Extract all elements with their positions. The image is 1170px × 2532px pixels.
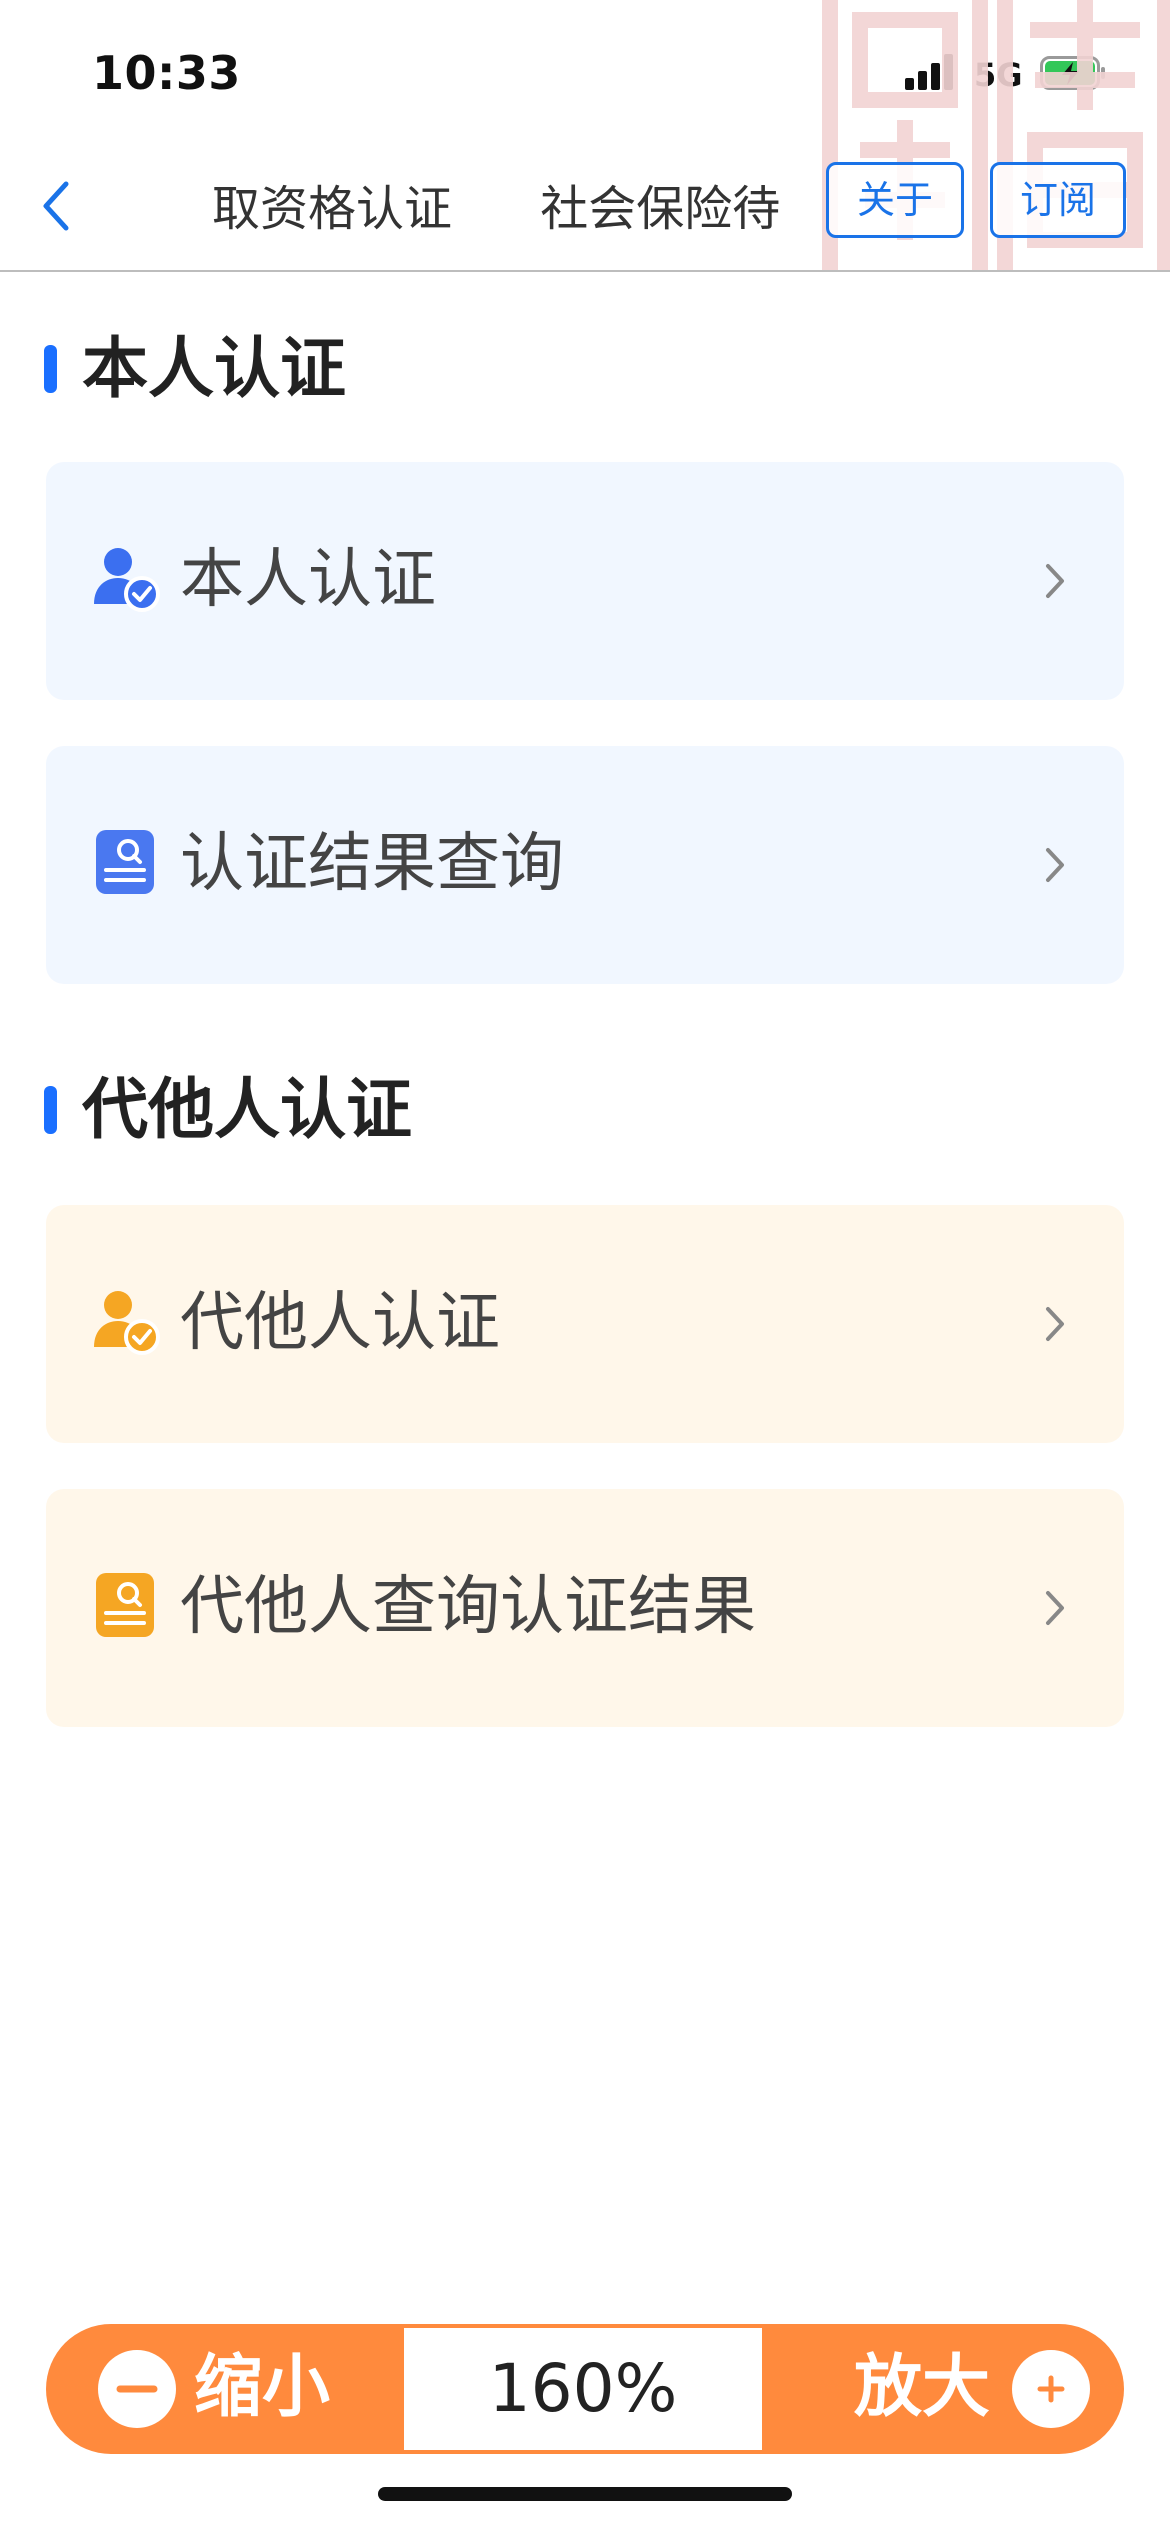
status-time: 10:33: [92, 46, 241, 100]
item-label: 代他人查询认证结果: [180, 1570, 756, 1644]
section-title: 代他人认证: [82, 1071, 412, 1148]
zoom-in-button[interactable]: 放大: [766, 2324, 1124, 2454]
section-accent-bar: [44, 1086, 57, 1134]
section-title: 本人认证: [82, 330, 346, 407]
status-bar: 10:33 5G: [0, 0, 1170, 150]
item-label: 认证结果查询: [180, 827, 564, 901]
about-button[interactable]: 关于: [826, 162, 964, 238]
item-label: 代他人认证: [180, 1286, 500, 1360]
chevron-right-icon: [1046, 848, 1064, 882]
zoom-in-label: 放大: [853, 2348, 990, 2427]
screen: 10:33 5G 取资格认证 社会保险待 关于 订阅 本人认证 本人认证 认证结…: [0, 0, 1170, 2532]
plus-icon: [1012, 2350, 1090, 2428]
zoom-out-button[interactable]: 缩小: [46, 2324, 404, 2454]
chevron-right-icon: [1046, 564, 1064, 598]
subscribe-button[interactable]: 订阅: [990, 162, 1126, 238]
section-accent-bar: [44, 345, 57, 393]
verification-result-query-item[interactable]: 认证结果查询: [46, 746, 1124, 984]
minus-icon: [98, 2350, 176, 2428]
section-header-proxy: 代他人认证: [44, 1066, 744, 1148]
page-title-segment: 取资格认证: [212, 181, 453, 237]
proxy-result-query-item[interactable]: 代他人查询认证结果: [46, 1489, 1124, 1727]
chevron-right-icon: [1046, 1307, 1064, 1341]
chevron-right-icon: [1046, 1591, 1064, 1625]
zoom-control: 缩小 160% 放大: [46, 2324, 1124, 2454]
cellular-signal-icon: [905, 54, 957, 90]
user-check-icon: [94, 548, 160, 612]
item-label: 本人认证: [180, 543, 436, 617]
zoom-level-readout: 160%: [404, 2328, 762, 2450]
self-verification-item[interactable]: 本人认证: [46, 462, 1124, 700]
user-check-icon: [94, 1291, 160, 1355]
network-type: 5G: [974, 56, 1023, 94]
proxy-verification-item[interactable]: 代他人认证: [46, 1205, 1124, 1443]
navigation-bar: 取资格认证 社会保险待 关于 订阅: [0, 150, 1170, 272]
page-title-segment: 社会保险待: [540, 181, 781, 237]
home-indicator[interactable]: [378, 2487, 792, 2501]
back-chevron-icon[interactable]: [34, 176, 78, 236]
section-header-self: 本人认证: [44, 325, 644, 407]
page-title-marquee: 取资格认证 社会保险待: [212, 174, 802, 244]
battery-charging-icon: [1040, 56, 1105, 90]
document-search-icon: [96, 1573, 154, 1637]
document-search-icon: [96, 830, 154, 894]
zoom-out-label: 缩小: [194, 2348, 331, 2427]
